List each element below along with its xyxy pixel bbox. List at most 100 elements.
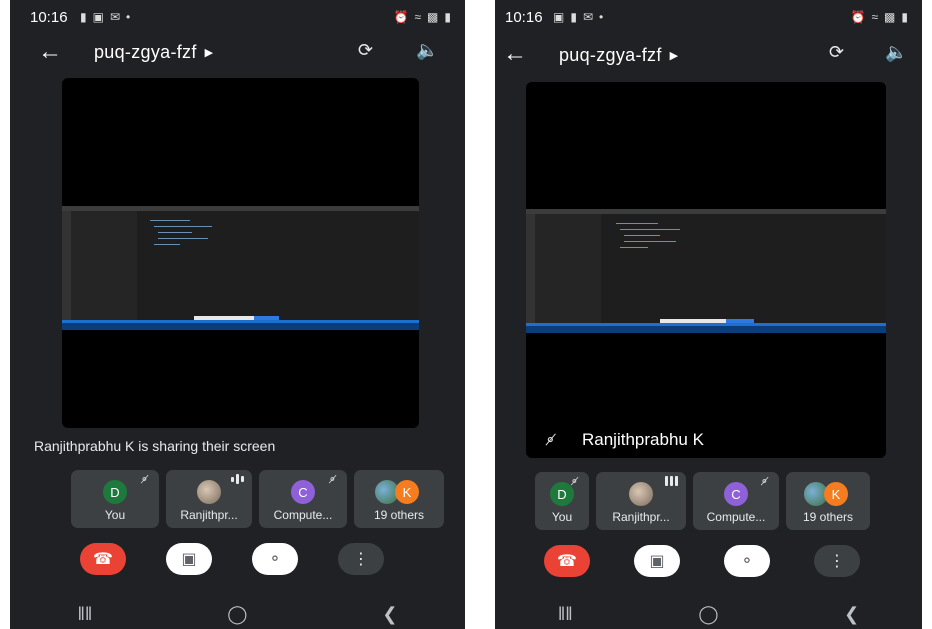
speaking-indicator-icon: [665, 476, 678, 486]
mic-toggle-button[interactable]: ⚬: [724, 545, 770, 577]
participant-name: Ranjithpr...: [180, 508, 238, 522]
status-bar: 10:16 ▮ ▣ ✉ • ⏰ ≈ ▩ ▮: [10, 0, 465, 34]
avatar-group: K: [804, 482, 852, 506]
avatar: C: [291, 480, 315, 504]
left-phone-screen: 10:16 ▮ ▣ ✉ • ⏰ ≈ ▩ ▮ ← puq-zgya-fzf ▶ ⟳ …: [10, 0, 465, 629]
participant-name: Compute...: [706, 510, 766, 524]
shared-screen-content: [62, 206, 419, 330]
battery-icon: ▮: [444, 10, 451, 24]
participant-tile-computer[interactable]: ⚬̸ C Compute...: [693, 472, 779, 530]
status-time: 10:16: [505, 9, 543, 26]
alarm-icon: ⏰: [850, 10, 866, 24]
dot-icon: •: [599, 10, 604, 24]
phone-hangup-icon: ☎: [93, 551, 113, 568]
caret-right-icon: ▶: [669, 50, 679, 62]
notification-icons: ▣ ▮ ✉ •: [553, 10, 603, 24]
camera-off-icon: ▣: [181, 551, 197, 568]
signal-icon: ▩: [884, 10, 896, 24]
avatar: K: [824, 482, 848, 506]
sharing-message: Ranjithprabhu K is sharing their screen: [34, 438, 276, 454]
participant-tile-you[interactable]: ⚬̸ D You: [71, 470, 159, 528]
message-icon: ▮: [80, 10, 87, 24]
participant-tile-ranjithprabhu[interactable]: Ranjithpr...: [166, 470, 252, 528]
speaking-indicator-icon: [231, 474, 244, 484]
participant-strip: ⚬̸ D You Ranjithpr... ⚬̸ C Compute... K …: [535, 472, 870, 530]
wifi-icon: ≈: [871, 10, 879, 24]
recents-icon[interactable]: ‖‖: [558, 604, 573, 625]
more-vert-icon: ⋮: [829, 553, 845, 570]
app-bar: ← puq-zgya-fzf ▶ ⟳ 🔈: [10, 34, 465, 74]
end-call-button[interactable]: ☎: [80, 543, 126, 575]
recents-icon[interactable]: ‖‖: [77, 604, 92, 625]
signal-icon: ▩: [427, 10, 439, 24]
mail-icon: ✉: [109, 10, 121, 24]
home-icon[interactable]: ◯: [698, 604, 718, 625]
avatar: D: [103, 480, 127, 504]
home-icon[interactable]: ◯: [227, 604, 247, 625]
speaker-icon[interactable]: 🔈: [885, 42, 907, 63]
message-icon: ▮: [570, 10, 577, 24]
participant-name: 19 others: [802, 510, 854, 524]
avatar-group: K: [375, 480, 423, 504]
camera-off-icon: ▣: [649, 553, 665, 570]
shared-screen-video: ⚬̸ Ranjithprabhu K: [526, 82, 886, 458]
participant-name: Compute...: [273, 508, 333, 522]
participant-tile-you[interactable]: ⚬̸ D You: [535, 472, 589, 530]
participant-strip: ⚬̸ D You Ranjithpr... ⚬̸ C Compute... K …: [71, 470, 444, 528]
mic-off-icon: ⚬: [740, 553, 754, 570]
more-options-button[interactable]: ⋮: [338, 543, 384, 575]
mic-toggle-button[interactable]: ⚬: [252, 543, 298, 575]
speaker-icon[interactable]: 🔈: [416, 40, 438, 61]
avatar-photo: [629, 482, 653, 506]
image-icon: ▣: [92, 10, 104, 24]
caret-right-icon: ▶: [204, 47, 214, 59]
notification-icons: ▮ ▣ ✉ •: [80, 10, 130, 24]
shared-screen-video: [62, 78, 419, 428]
back-arrow-icon[interactable]: ←: [503, 40, 527, 68]
more-options-button[interactable]: ⋮: [814, 545, 860, 577]
status-time: 10:16: [30, 9, 68, 26]
call-controls: ☎ ▣ ⚬ ⋮: [544, 545, 860, 577]
shared-screen-content: [526, 209, 886, 333]
camera-toggle-button[interactable]: ▣: [634, 545, 680, 577]
avatar: K: [395, 480, 419, 504]
avatar-photo: [197, 480, 221, 504]
back-arrow-icon[interactable]: ←: [38, 38, 62, 66]
meeting-title[interactable]: puq-zgya-fzf ▶: [559, 45, 678, 66]
participant-tile-others[interactable]: K 19 others: [786, 472, 870, 530]
mic-off-icon: ⚬: [268, 551, 282, 568]
dot-icon: •: [126, 10, 131, 24]
android-nav-bar: ‖‖ ◯ ❮: [495, 599, 922, 629]
participant-name: You: [551, 510, 573, 524]
system-icons: ⏰ ≈ ▩ ▮: [394, 10, 452, 24]
back-nav-icon[interactable]: ❮: [844, 604, 859, 625]
switch-camera-icon[interactable]: ⟳: [358, 40, 373, 61]
avatar: C: [724, 482, 748, 506]
status-bar: 10:16 ▣ ▮ ✉ • ⏰ ≈ ▩ ▮: [495, 0, 922, 34]
camera-toggle-button[interactable]: ▣: [166, 543, 212, 575]
android-nav-bar: ‖‖ ◯ ❮: [10, 599, 465, 629]
alarm-icon: ⏰: [393, 10, 409, 24]
battery-icon: ▮: [901, 10, 908, 24]
mic-off-icon: ⚬̸: [759, 476, 769, 488]
mic-off-icon: ⚬̸: [327, 474, 337, 486]
call-controls: ☎ ▣ ⚬ ⋮: [80, 543, 384, 575]
mail-icon: ✉: [582, 10, 594, 24]
end-call-button[interactable]: ☎: [544, 545, 590, 577]
meeting-code: puq-zgya-fzf: [94, 42, 197, 62]
meeting-code: puq-zgya-fzf: [559, 45, 662, 65]
avatar: D: [550, 482, 574, 506]
presenter-name: Ranjithprabhu K: [582, 430, 704, 449]
phone-hangup-icon: ☎: [557, 553, 577, 570]
meeting-title[interactable]: puq-zgya-fzf ▶: [94, 42, 213, 63]
more-vert-icon: ⋮: [353, 551, 369, 568]
right-phone-screen: 10:16 ▣ ▮ ✉ • ⏰ ≈ ▩ ▮ ← puq-zgya-fzf ▶ ⟳ …: [495, 0, 922, 629]
switch-camera-icon[interactable]: ⟳: [829, 42, 844, 63]
back-nav-icon[interactable]: ❮: [382, 604, 397, 625]
participant-tile-computer[interactable]: ⚬̸ C Compute...: [259, 470, 347, 528]
participant-tile-others[interactable]: K 19 others: [354, 470, 444, 528]
image-icon: ▣: [553, 10, 565, 24]
participant-name: Ranjithpr...: [612, 510, 670, 524]
mic-off-icon: ⚬̸: [139, 474, 149, 486]
participant-tile-ranjithprabhu[interactable]: Ranjithpr...: [596, 472, 686, 530]
